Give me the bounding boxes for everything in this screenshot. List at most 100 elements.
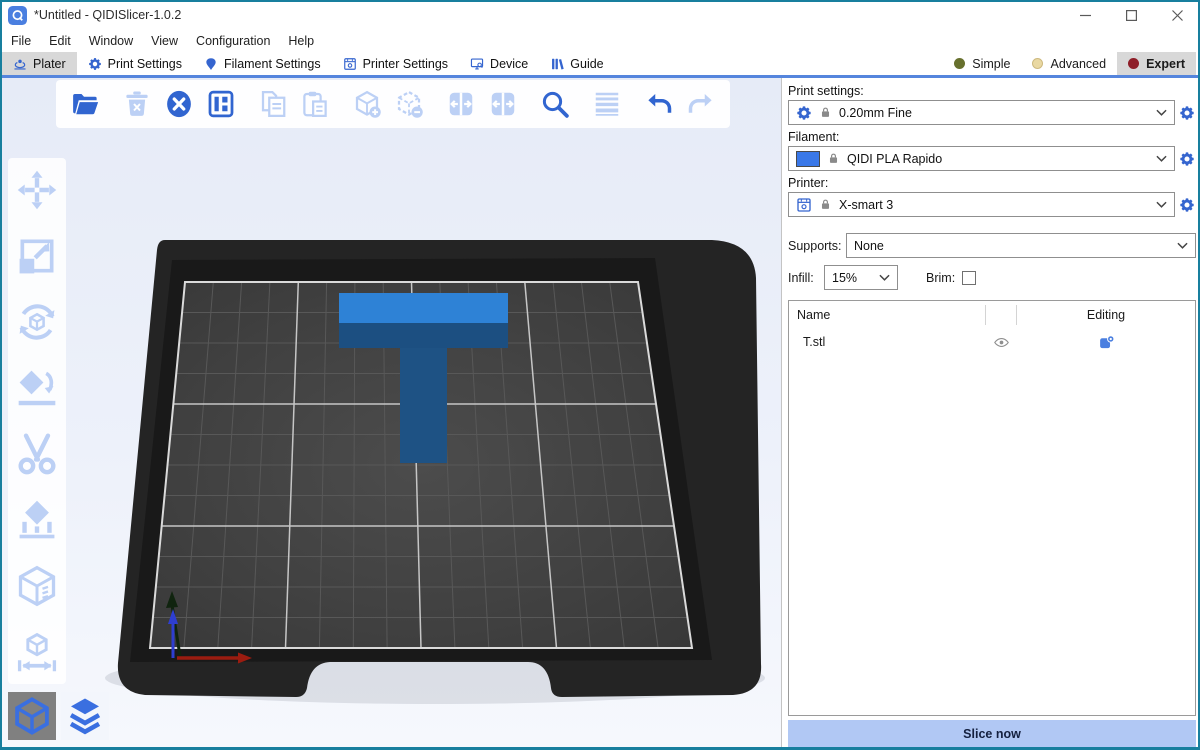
minimize-button[interactable] [1062,0,1108,30]
layer-height-icon [592,89,622,119]
device-icon [470,57,484,71]
split-objects-icon [446,89,476,119]
print-settings-label: Print settings: [788,84,1196,98]
scale-tool-button[interactable] [13,232,61,280]
printer-gear-button[interactable] [1178,195,1196,215]
object-row[interactable]: T.stl [789,328,1195,356]
app-window: *Untitled - QIDISlicer-1.0.2 File Edit W… [0,0,1200,750]
search-button[interactable] [534,81,576,127]
print-settings-combo[interactable]: 0.20mm Fine [788,100,1175,125]
tab-print-settings[interactable]: Print Settings [77,52,193,75]
redo-icon [686,89,716,119]
undo-button[interactable] [638,81,680,127]
filament-icon [204,57,218,71]
delete-all-icon [164,89,194,119]
measure-icon [15,630,59,674]
menu-view[interactable]: View [142,30,187,52]
app-logo-icon [8,6,27,25]
expert-mode-dot-icon [1128,58,1139,69]
supports-label: Supports: [788,239,846,253]
filament-combo[interactable]: QIDI PLA Rapido [788,146,1175,171]
lock-icon [827,152,840,165]
split-to-parts-button[interactable] [482,81,524,127]
gear-icon [1179,105,1195,121]
remove-instance-icon [394,89,424,119]
eye-icon[interactable] [993,334,1010,351]
cut-tool-button[interactable] [13,430,61,478]
search-icon [540,89,570,119]
print-settings-gear-button[interactable] [1178,103,1196,123]
menu-file[interactable]: File [2,30,40,52]
add-instance-icon [352,89,382,119]
build-plate-scene [0,78,782,750]
printer-icon [796,197,812,213]
paint-support-tool-button[interactable] [13,496,61,544]
split-parts-icon [488,89,518,119]
slice-now-button[interactable]: Slice now [788,720,1196,747]
paste-icon [300,89,330,119]
measure-tool-button[interactable] [13,628,61,676]
tab-printer-settings[interactable]: Printer Settings [332,52,459,75]
undo-icon [644,89,674,119]
menu-bar: File Edit Window View Configuration Help [0,30,1200,52]
lock-icon [819,106,832,119]
add-instance-button[interactable] [346,81,388,127]
remove-instance-button[interactable] [388,81,430,127]
place-on-face-tool-button[interactable] [13,364,61,412]
object-name: T.stl [789,335,985,349]
menu-help[interactable]: Help [279,30,323,52]
menu-window[interactable]: Window [80,30,142,52]
rotate-tool-button[interactable] [13,298,61,346]
name-column-header: Name [789,308,985,322]
tab-device[interactable]: Device [459,52,539,75]
menu-configuration[interactable]: Configuration [187,30,279,52]
split-to-objects-button[interactable] [440,81,482,127]
copy-icon [258,89,288,119]
3d-viewport[interactable] [0,78,782,750]
printer-icon [343,57,357,71]
filament-label: Filament: [788,130,1196,144]
object-settings-icon[interactable] [1098,334,1115,351]
seam-tool-button[interactable] [13,562,61,610]
supports-combo[interactable]: None [846,233,1196,258]
preview-view-button[interactable] [61,692,109,740]
paste-button[interactable] [294,81,336,127]
menu-edit[interactable]: Edit [40,30,80,52]
mode-simple[interactable]: Simple [943,52,1021,75]
filament-color-swatch [796,151,820,167]
place-on-face-icon [15,366,59,410]
copy-button[interactable] [252,81,294,127]
tab-filament-settings[interactable]: Filament Settings [193,52,332,75]
object-list-header: Name Editing [789,301,1195,328]
infill-combo[interactable]: 15% [824,265,898,290]
chevron-down-icon [1156,109,1167,116]
brim-checkbox[interactable] [962,271,976,285]
advanced-mode-dot-icon [1032,58,1043,69]
move-tool-button[interactable] [13,166,61,214]
mode-expert[interactable]: Expert [1117,52,1196,75]
sidebar: Print settings: 0.20mm Fine Filament: QI… [782,78,1199,750]
move-icon [15,168,59,212]
tab-plater[interactable]: Plater [2,52,77,75]
scale-icon [15,234,59,278]
redo-button[interactable] [680,81,722,127]
window-title: *Untitled - QIDISlicer-1.0.2 [34,8,181,22]
maximize-button[interactable] [1108,0,1154,30]
mode-advanced[interactable]: Advanced [1021,52,1117,75]
3d-editor-view-button[interactable] [8,692,56,740]
gear-icon [1179,151,1195,167]
chevron-down-icon [1156,155,1167,162]
arrange-icon [206,89,236,119]
tab-guide[interactable]: Guide [539,52,614,75]
delete-button[interactable] [116,81,158,127]
scissors-icon [15,432,59,476]
variable-layer-height-button[interactable] [586,81,628,127]
open-project-button[interactable] [64,81,106,127]
arrange-button[interactable] [200,81,242,127]
brim-label: Brim: [926,271,955,285]
delete-all-button[interactable] [158,81,200,127]
view-switch [8,692,109,740]
printer-combo[interactable]: X-smart 3 [788,192,1175,217]
close-button[interactable] [1154,0,1200,30]
filament-gear-button[interactable] [1178,149,1196,169]
